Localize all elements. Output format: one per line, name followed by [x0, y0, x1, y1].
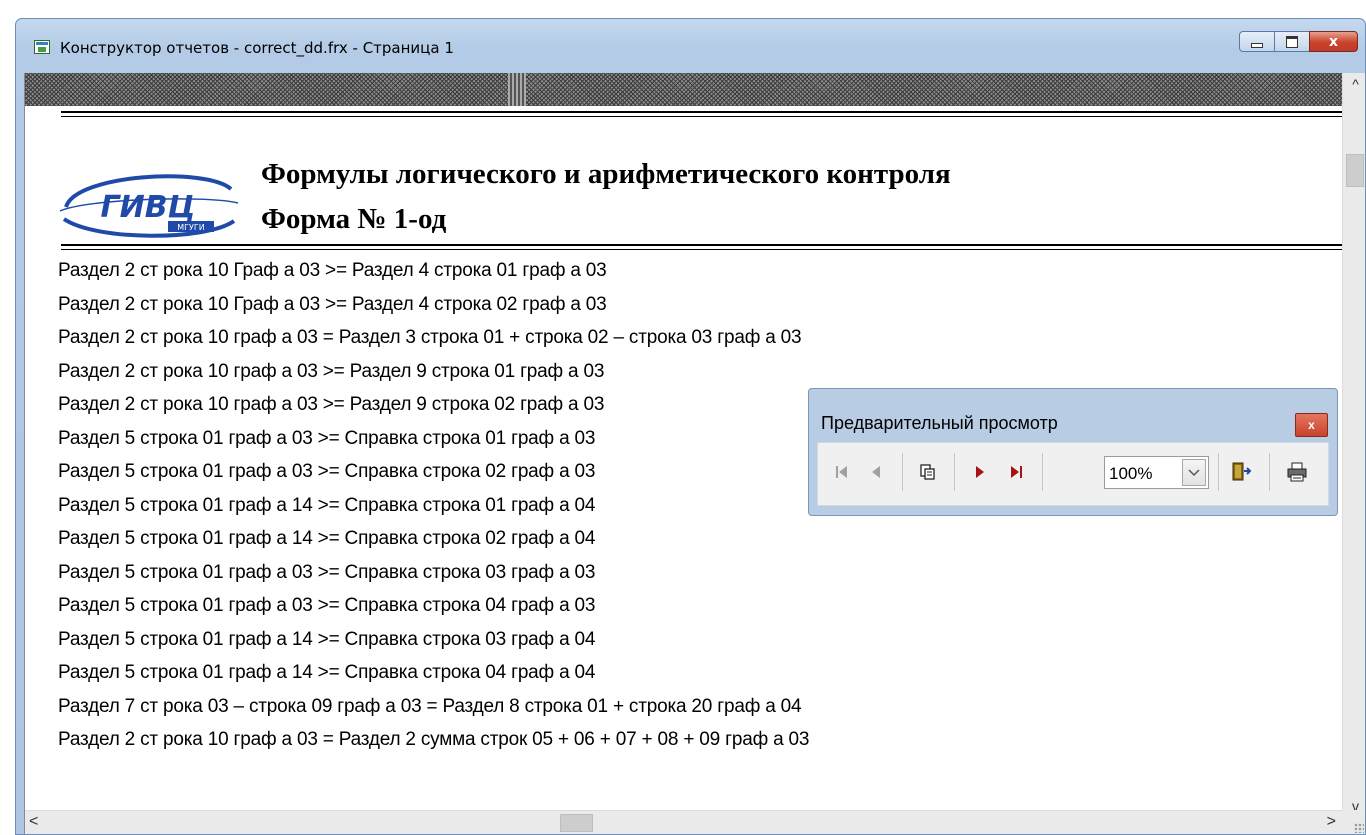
window-title: Конструктор отчетов - correct_dd.frx - С… — [60, 39, 454, 57]
vertical-scroll-thumb[interactable] — [1346, 154, 1364, 187]
zoom-dropdown-button[interactable] — [1182, 459, 1206, 486]
horizontal-scrollbar[interactable]: < > — [25, 810, 1343, 834]
header-rule-bottom — [61, 244, 1343, 246]
title-bar[interactable]: Конструктор отчетов - correct_dd.frx - С… — [16, 19, 1365, 73]
last-page-button[interactable] — [1002, 457, 1030, 487]
zoom-value: 100% — [1109, 464, 1153, 483]
app-icon — [34, 40, 50, 54]
chevron-down-icon — [1188, 468, 1200, 476]
report-subtitle: Форма № 1-од — [261, 203, 447, 235]
first-page-icon — [836, 466, 847, 478]
preview-toolbar-title[interactable]: Предварительный просмотр — [821, 413, 1058, 434]
maximize-icon — [1286, 35, 1298, 48]
scroll-up-icon[interactable]: ^ — [1343, 76, 1365, 94]
horizontal-scroll-thumb[interactable] — [560, 814, 593, 832]
resize-grip[interactable] — [1342, 810, 1365, 834]
previous-page-button[interactable] — [862, 457, 890, 487]
separator — [1269, 453, 1270, 491]
logo-subtext: МГУГИ — [177, 223, 205, 232]
separator — [1042, 453, 1043, 491]
minimize-icon — [1251, 43, 1263, 48]
first-page-button[interactable] — [828, 457, 856, 487]
hatched-band — [25, 73, 1343, 106]
formula-row: Раздел 5 строка 01 граф а 03 >= Справка … — [58, 595, 596, 616]
printer-icon — [1287, 462, 1307, 482]
scroll-left-icon[interactable]: < — [29, 813, 38, 831]
formula-row: Раздел 5 строка 01 граф а 03 >= Справка … — [58, 561, 596, 583]
exit-button[interactable] — [1228, 457, 1256, 487]
scroll-right-icon[interactable]: > — [1327, 813, 1336, 831]
formula-row: Раздел 7 ст рока 03 – строка 09 граф а 0… — [58, 695, 802, 717]
next-page-button[interactable] — [966, 457, 994, 487]
preview-toolbar-buttons: 100% — [817, 442, 1329, 506]
header-rule-top — [61, 111, 1343, 113]
preview-toolbar-close-button[interactable]: x — [1295, 413, 1328, 437]
formula-row: Раздел 2 ст рока 10 граф а 03 = Раздел 3… — [58, 327, 802, 348]
separator — [902, 453, 903, 491]
logo-text: ГИВЦ — [101, 190, 196, 225]
close-icon: x — [1328, 33, 1339, 50]
formula-row: Раздел 2 ст рока 10 Граф а 03 >= Раздел … — [58, 260, 607, 281]
preview-toolbar: Предварительный просмотр x 100% — [808, 388, 1338, 516]
givc-logo: ГИВЦ МГУГИ — [59, 174, 239, 238]
minimize-button[interactable] — [1239, 31, 1275, 52]
formula-row: Раздел 5 строка 01 граф а 14 >= Справка … — [58, 662, 596, 683]
separator — [1218, 453, 1219, 491]
formula-row: Раздел 5 строка 01 граф а 03 >= Справка … — [58, 427, 596, 449]
report-title: Формулы логического и арифметического ко… — [261, 158, 951, 190]
formula-row: Раздел 2 ст рока 10 граф а 03 = Раздел 2… — [58, 729, 810, 750]
page-setup-button[interactable] — [914, 457, 942, 487]
close-button[interactable]: x — [1309, 31, 1358, 52]
next-page-icon — [976, 466, 984, 478]
formula-row: Раздел 5 строка 01 граф а 14 >= Справка … — [58, 494, 596, 516]
exit-door-icon — [1232, 462, 1252, 481]
separator — [954, 453, 955, 491]
header-rule-bottom-thin — [61, 249, 1343, 250]
zoom-select[interactable]: 100% — [1104, 456, 1209, 489]
formula-row: Раздел 2 ст рока 10 Граф а 03 >= Раздел … — [58, 293, 607, 315]
print-button[interactable] — [1283, 457, 1311, 487]
window-controls: x — [1239, 31, 1358, 54]
last-page-icon — [1011, 466, 1022, 478]
vertical-scrollbar[interactable]: ^ v — [1342, 73, 1365, 819]
pages-icon — [920, 464, 935, 480]
header-rule-top-thin — [61, 116, 1343, 117]
formula-row: Раздел 5 строка 01 граф а 14 >= Справка … — [58, 628, 596, 650]
band-grip[interactable] — [508, 73, 526, 106]
formula-row: Раздел 2 ст рока 10 граф а 03 >= Раздел … — [58, 360, 605, 382]
maximize-button[interactable] — [1274, 31, 1310, 52]
formula-row: Раздел 2 ст рока 10 граф а 03 >= Раздел … — [58, 394, 605, 415]
formula-row: Раздел 5 строка 01 граф а 14 >= Справка … — [58, 528, 596, 549]
formula-row: Раздел 5 строка 01 граф а 03 >= Справка … — [58, 461, 596, 482]
previous-page-icon — [872, 466, 880, 478]
formula-list: Раздел 2 ст рока 10 Граф а 03 >= Раздел … — [58, 254, 809, 757]
